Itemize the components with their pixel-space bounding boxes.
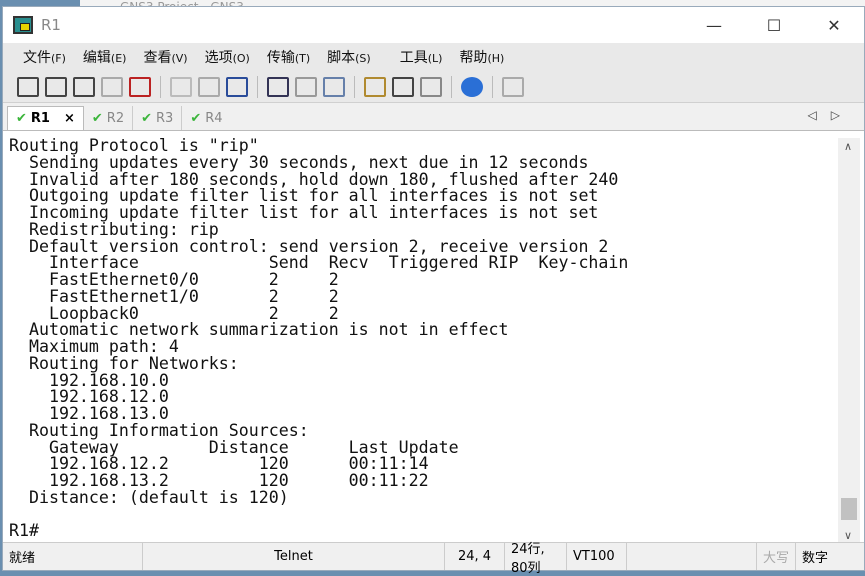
terminal-line: FastEthernet1/0 2 2 bbox=[9, 286, 339, 306]
toolbar-separator bbox=[354, 75, 355, 98]
toolbar-separator bbox=[257, 75, 258, 98]
window-title: R1 bbox=[41, 16, 61, 34]
copy-icon[interactable] bbox=[170, 76, 192, 97]
toolbar bbox=[3, 71, 864, 103]
menu-accel: (F) bbox=[51, 52, 66, 65]
close-button[interactable]: ✕ bbox=[804, 7, 864, 43]
menu-accel: (V) bbox=[171, 52, 188, 65]
status-size: 24行, 80列 bbox=[505, 542, 567, 576]
securecrt-window: R1 — ☐ ✕ 文件(F) 编辑(E) 查看(V) 选项(O) 传输(T) 脚本(S) 工… bbox=[2, 6, 865, 576]
terminal-line: Distance: (default is 120) bbox=[9, 487, 289, 507]
menu-item[interactable]: 编辑(E) bbox=[83, 47, 127, 67]
menu-bar: 文件(F) 编辑(E) 查看(V) 选项(O) 传输(T) 脚本(S) 工具(L) 帮助(H) bbox=[3, 43, 864, 71]
menu-label: 文件 bbox=[23, 50, 51, 66]
menu-label: 工具 bbox=[399, 50, 428, 66]
tab-r3[interactable]: ✔ R3 bbox=[133, 106, 183, 130]
toolbar-separator bbox=[160, 75, 161, 98]
status-blank bbox=[627, 543, 757, 570]
tab-scroll-right-icon[interactable]: ▷ bbox=[831, 108, 854, 122]
print-selection-icon[interactable] bbox=[295, 76, 317, 97]
menu-item[interactable]: 帮助(H) bbox=[459, 47, 504, 67]
print-setup-icon[interactable] bbox=[267, 76, 289, 97]
keymap-icon[interactable] bbox=[392, 76, 414, 97]
title-bar: R1 — ☐ ✕ bbox=[3, 7, 864, 43]
disconnect-icon[interactable] bbox=[129, 76, 151, 97]
maximize-button[interactable]: ☐ bbox=[744, 7, 804, 43]
toolbar-separator bbox=[492, 75, 493, 98]
connect-icon[interactable] bbox=[17, 76, 39, 97]
app-icon bbox=[13, 16, 33, 34]
status-caps: 大写 bbox=[757, 543, 797, 570]
menu-item[interactable]: 文件(F) bbox=[23, 47, 66, 67]
scrollbar[interactable]: ∧ ∨ bbox=[838, 138, 860, 544]
tab-label: R4 bbox=[205, 110, 223, 126]
terminal-line: Redistributing: rip bbox=[9, 219, 219, 239]
tab-label: R2 bbox=[106, 110, 125, 126]
menu-label: 传输 bbox=[266, 50, 295, 66]
terminal-line: Routing Information Sources: bbox=[9, 420, 309, 440]
check-icon: ✔ bbox=[141, 110, 152, 126]
tab-r4[interactable]: ✔ R4 bbox=[182, 106, 230, 130]
print-icon[interactable] bbox=[323, 76, 345, 97]
terminal-line: Routing for Networks: bbox=[9, 353, 239, 373]
help-icon[interactable] bbox=[461, 76, 483, 97]
tab-label: R1 bbox=[30, 111, 50, 126]
menu-accel: (E) bbox=[110, 52, 127, 65]
status-ready: 就绪 bbox=[3, 543, 143, 570]
terminal-output[interactable]: Routing Protocol is "rip" Sending update… bbox=[3, 138, 836, 544]
status-bar: 就绪 Telnet 24, 4 24行, 80列 VT100 大写 数字 bbox=[3, 542, 864, 576]
tab-r2[interactable]: ✔ R2 bbox=[84, 106, 134, 130]
menu-accel: (H) bbox=[487, 52, 505, 65]
status-emulation: VT100 bbox=[567, 543, 627, 570]
check-icon: ✔ bbox=[190, 110, 202, 126]
tab-close-icon[interactable]: × bbox=[64, 111, 75, 126]
scrollbar-thumb[interactable] bbox=[841, 498, 857, 520]
tab-label: R3 bbox=[156, 110, 174, 126]
menu-item[interactable]: 工具(L) bbox=[400, 47, 443, 67]
status-num: 数字 bbox=[802, 551, 829, 566]
connect-tab-icon[interactable] bbox=[73, 76, 95, 97]
scroll-up-icon[interactable]: ∧ bbox=[844, 140, 852, 153]
find-icon[interactable] bbox=[226, 76, 248, 97]
status-cursor: 24, 4 bbox=[445, 543, 505, 570]
check-icon: ✔ bbox=[91, 110, 103, 126]
menu-label: 编辑 bbox=[82, 50, 111, 66]
check-icon: ✔ bbox=[16, 111, 27, 126]
tab-scroll-left-icon[interactable]: ◁ bbox=[808, 108, 831, 122]
menu-accel: (L) bbox=[427, 52, 443, 65]
menu-label: 查看 bbox=[143, 50, 172, 66]
tab-r1[interactable]: ✔ R1 × bbox=[7, 106, 84, 130]
menu-accel: (T) bbox=[294, 52, 311, 65]
lock-icon[interactable] bbox=[502, 76, 524, 97]
minimize-button[interactable]: — bbox=[684, 7, 744, 43]
quick-connect-icon[interactable] bbox=[45, 76, 67, 97]
key-icon[interactable] bbox=[420, 76, 442, 97]
scroll-down-icon[interactable]: ∨ bbox=[844, 529, 852, 542]
session-options-icon[interactable] bbox=[364, 76, 386, 97]
reconnect-icon[interactable] bbox=[101, 76, 123, 97]
menu-label: 脚本 bbox=[327, 50, 356, 66]
session-tabs: ✔ R1 × ✔ R2 ✔ R3 ✔ R4 ◁▷ bbox=[3, 103, 864, 131]
status-protocol: Telnet bbox=[143, 543, 445, 570]
menu-label: 选项 bbox=[204, 50, 233, 66]
terminal-line: R1# bbox=[9, 521, 39, 541]
menu-item[interactable]: 传输(T) bbox=[267, 47, 310, 67]
menu-label: 帮助 bbox=[459, 50, 488, 66]
toolbar-separator bbox=[451, 75, 452, 98]
terminal-line: Sending updates every 30 seconds, next d… bbox=[9, 152, 589, 172]
paste-icon[interactable] bbox=[198, 76, 220, 97]
menu-item[interactable]: 选项(O) bbox=[205, 47, 250, 67]
menu-item[interactable]: 脚本(S) bbox=[327, 47, 371, 67]
menu-accel: (O) bbox=[232, 52, 250, 65]
menu-item[interactable]: 查看(V) bbox=[143, 47, 187, 67]
menu-accel: (S) bbox=[355, 52, 371, 65]
